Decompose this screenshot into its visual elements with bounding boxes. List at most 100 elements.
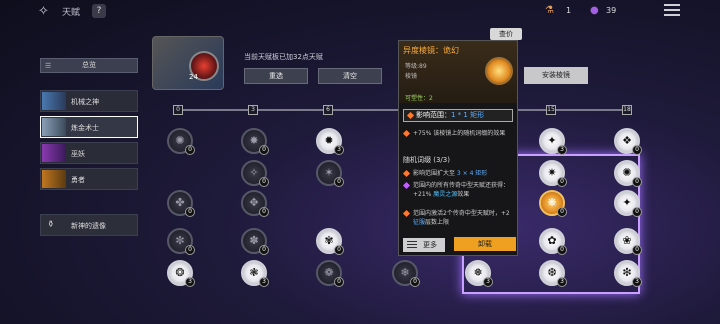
page-title: 天赋 bbox=[62, 8, 81, 18]
talent-node-count: 0 bbox=[185, 245, 195, 255]
talent-board-avatar[interactable]: 24 bbox=[152, 36, 224, 90]
affix-entry: 范围内激活2个传奇中型天赋时，+2 征服层数上限 bbox=[413, 209, 513, 227]
track-tick: 18 bbox=[622, 105, 632, 115]
talent-node[interactable]: ❖ 0 bbox=[614, 128, 642, 155]
talent-node-count: 0 bbox=[334, 177, 344, 187]
shrine-icon: ⚱ bbox=[47, 220, 55, 230]
talent-node[interactable]: ❆ 3 bbox=[539, 260, 567, 287]
tooltip-plasticity: 可塑性：2 bbox=[405, 95, 433, 102]
talent-node[interactable]: ✺ 0 bbox=[614, 160, 642, 187]
talent-node[interactable]: ❂ 3 bbox=[167, 260, 195, 287]
help-button[interactable]: ? bbox=[92, 4, 106, 18]
reselect-button[interactable]: 重选 bbox=[244, 68, 308, 84]
currency-2-icon: ● bbox=[590, 5, 599, 16]
install-prism-button[interactable]: 安装棱镜 bbox=[524, 67, 588, 84]
talent-node-count: 3 bbox=[334, 145, 344, 155]
talent-node-count: 3 bbox=[185, 277, 195, 287]
affix-text: 层数上限 bbox=[425, 219, 450, 226]
affix-highlight: 3 × 4 矩形 bbox=[456, 170, 488, 177]
more-label: 更多 bbox=[423, 241, 437, 249]
talent-node-count: 0 bbox=[632, 207, 642, 217]
talent-node[interactable]: ❋ 0 bbox=[539, 190, 567, 217]
talent-node-count: 0 bbox=[557, 177, 567, 187]
category-hero[interactable]: 勇者 bbox=[40, 168, 138, 190]
prism-tooltip: 异度棱镜：诡幻 等级:89 棱镜 可塑性：2 影响范围：1 * 1 矩形 +75… bbox=[398, 40, 518, 256]
talent-node[interactable]: ✼ 0 bbox=[167, 228, 195, 255]
talent-node-count: 3 bbox=[557, 145, 567, 155]
affix-text: 效果 bbox=[457, 191, 470, 198]
affix-text: 影响范围扩大至 bbox=[413, 170, 457, 177]
talent-node[interactable]: ✾ 0 bbox=[316, 228, 344, 255]
affix-entry: 影响范围扩大至 3 × 4 矩形 bbox=[413, 169, 513, 178]
talent-node[interactable]: ✧ 0 bbox=[241, 160, 269, 187]
talent-node-count: 0 bbox=[410, 277, 420, 287]
talent-node-count: 0 bbox=[334, 245, 344, 255]
track-tick: 3 bbox=[248, 105, 258, 115]
talent-node[interactable]: ✹ 3 bbox=[316, 128, 344, 155]
currency-2-value: 39 bbox=[606, 6, 617, 15]
top-bar: ✧ 天赋 ? ⚗ 1 ● 39 bbox=[0, 0, 720, 24]
talent-node[interactable]: ✦ 3 bbox=[539, 128, 567, 155]
currency-1-icon: ⚗ bbox=[545, 5, 554, 16]
category-label: 炼金术士 bbox=[71, 124, 99, 132]
category-lich[interactable]: 巫妖 bbox=[40, 142, 138, 164]
talent-node[interactable]: ❃ 3 bbox=[241, 260, 269, 287]
talent-node-count: 3 bbox=[259, 277, 269, 287]
talent-node[interactable]: ✥ 0 bbox=[241, 190, 269, 217]
category-label: 勇者 bbox=[71, 176, 85, 184]
track-tick: 0 bbox=[173, 105, 183, 115]
talent-node[interactable]: ✦ 0 bbox=[614, 190, 642, 217]
tooltip-effect: +75% 该棱镜上的随机词缀的效果 bbox=[413, 130, 506, 137]
category-label: 机械之神 bbox=[71, 98, 99, 106]
talent-node[interactable]: ✽ 0 bbox=[241, 228, 269, 255]
avatar-level: 24 bbox=[189, 73, 198, 81]
talent-node[interactable]: ❄ 0 bbox=[392, 260, 420, 287]
talent-node-count: 0 bbox=[259, 245, 269, 255]
talent-node-count: 0 bbox=[632, 177, 642, 187]
talent-node[interactable]: ✶ 0 bbox=[316, 160, 344, 187]
talent-node-count: 0 bbox=[259, 207, 269, 217]
talent-node[interactable]: ❇ 3 bbox=[614, 260, 642, 287]
mech-god-icon bbox=[42, 92, 66, 110]
category-mech-god[interactable]: 机械之神 bbox=[40, 90, 138, 112]
talent-node[interactable]: ✸ 0 bbox=[241, 128, 269, 155]
diamond-icon bbox=[406, 111, 415, 120]
shrine-button[interactable]: ⚱ 新神的遗像 bbox=[40, 214, 138, 236]
talent-node[interactable]: ❁ 0 bbox=[316, 260, 344, 287]
talent-node[interactable]: ✿ 0 bbox=[539, 228, 567, 255]
track-tick: 15 bbox=[546, 105, 556, 115]
overview-icon: ☰ bbox=[45, 62, 52, 70]
diamond-icon bbox=[402, 129, 411, 138]
more-button[interactable]: 更多 bbox=[403, 238, 445, 252]
tooltip-type: 棱镜 bbox=[405, 73, 418, 80]
talent-node-count: 0 bbox=[334, 277, 344, 287]
category-label: 巫妖 bbox=[71, 150, 85, 158]
overview-button[interactable]: ☰ 总览 bbox=[40, 58, 138, 73]
affix-text: 范围内激活2个传奇中型天赋时，+2 bbox=[413, 210, 510, 217]
tooltip-level: 等级:89 bbox=[405, 63, 427, 70]
category-alchemist[interactable]: 炼金术士 bbox=[40, 116, 138, 138]
talent-node[interactable]: ✷ 0 bbox=[539, 160, 567, 187]
shrine-label: 新神的遗像 bbox=[71, 222, 106, 230]
random-affix-title: 随机词缀 (3/3) bbox=[403, 156, 450, 164]
talent-node-count: 3 bbox=[483, 277, 493, 287]
talent-node-count: 0 bbox=[557, 245, 567, 255]
talent-node-count: 3 bbox=[632, 277, 642, 287]
track-tick: 6 bbox=[323, 105, 333, 115]
diamond-icon bbox=[402, 169, 411, 178]
talent-node-count: 0 bbox=[259, 177, 269, 187]
talent-points-info: 当前天赋板已加32点天赋 bbox=[244, 53, 323, 61]
talent-node-count: 0 bbox=[632, 245, 642, 255]
check-price-button[interactable]: 查价 bbox=[490, 28, 522, 40]
talent-icon: ✧ bbox=[38, 4, 49, 19]
unload-button[interactable]: 卸载 bbox=[454, 237, 516, 251]
menu-icon[interactable] bbox=[664, 4, 680, 16]
talent-node[interactable]: ✤ 0 bbox=[167, 190, 195, 217]
clear-button[interactable]: 清空 bbox=[318, 68, 382, 84]
prism-icon bbox=[485, 57, 513, 85]
talent-node[interactable]: ✺ 0 bbox=[167, 128, 195, 155]
talent-node[interactable]: ❀ 0 bbox=[614, 228, 642, 255]
overview-label: 总览 bbox=[82, 61, 96, 69]
range-value: 1 * 1 矩形 bbox=[451, 111, 485, 119]
talent-node[interactable]: ❅ 3 bbox=[465, 260, 493, 287]
